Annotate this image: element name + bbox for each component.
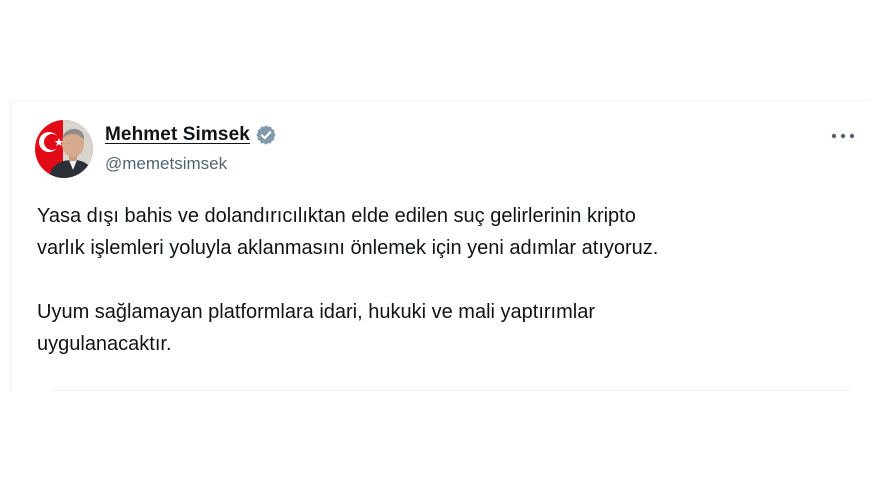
more-options-icon (831, 133, 855, 139)
more-options-button[interactable] (829, 126, 857, 146)
author-name-row: Mehmet Simsek (105, 124, 277, 146)
author-handle[interactable]: @memetsimsek (105, 154, 227, 174)
avatar-photo (35, 120, 93, 178)
verified-badge-icon (255, 124, 277, 146)
avatar[interactable] (35, 120, 93, 178)
tweet-paragraph: Uyum sağlamayan platformlara idari, huku… (37, 301, 595, 355)
tweet-paragraph: Yasa dışı bahis ve dolandırıcılıktan eld… (37, 205, 659, 259)
divider (51, 390, 851, 391)
author-display-name[interactable]: Mehmet Simsek (105, 124, 250, 146)
tweet-card: Mehmet Simsek @memetsimsek Yasa dışı bah… (10, 100, 871, 392)
tweet-text: Yasa dışı bahis ve dolandırıcılıktan eld… (37, 200, 847, 360)
